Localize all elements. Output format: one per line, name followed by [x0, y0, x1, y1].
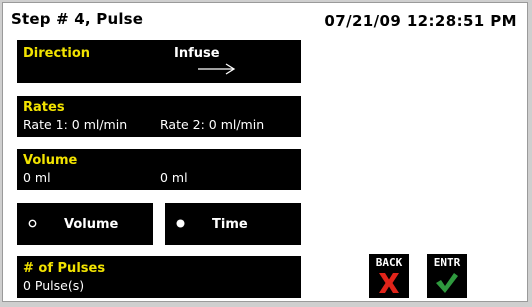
page-title: Step # 4, Pulse [11, 10, 144, 28]
datetime-display: 07/21/09 12:28:51 PM [324, 12, 517, 30]
volume-value-2: 0 ml [160, 170, 188, 185]
back-button[interactable]: BACK [369, 254, 409, 298]
rate-1-value: Rate 1: 0 ml/min [23, 117, 128, 132]
pulses-value: 0 Pulse(s) [23, 278, 85, 293]
volume-label: Volume [23, 153, 78, 168]
volume-value-1: 0 ml [23, 170, 51, 185]
green-check-icon [436, 273, 458, 293]
volume-panel[interactable]: Volume 0 ml 0 ml [17, 149, 301, 190]
direction-value: Infuse [174, 46, 220, 61]
red-x-icon [379, 273, 399, 293]
direction-label: Direction [23, 46, 91, 61]
volume-mode-label: Volume [64, 217, 119, 232]
volume-mode-option[interactable]: Volume [17, 203, 153, 245]
pump-screen: Step # 4, Pulse 07/21/09 12:28:51 PM Dir… [2, 2, 528, 302]
radio-selected-icon [176, 219, 185, 228]
rate-2-value: Rate 2: 0 ml/min [160, 117, 265, 132]
pulses-label: # of Pulses [23, 261, 106, 276]
right-arrow-icon [198, 63, 236, 75]
radio-unselected-icon [28, 219, 37, 228]
back-label: BACK [375, 256, 403, 269]
rates-panel[interactable]: Rates Rate 1: 0 ml/min Rate 2: 0 ml/min [17, 96, 301, 137]
time-mode-option[interactable]: Time [165, 203, 301, 245]
enter-button[interactable]: ENTR [427, 254, 467, 298]
rates-label: Rates [23, 100, 65, 115]
time-mode-label: Time [212, 217, 248, 232]
direction-panel[interactable]: Direction Infuse [17, 40, 301, 83]
entr-label: ENTR [433, 256, 461, 269]
pulses-panel[interactable]: # of Pulses 0 Pulse(s) [17, 256, 301, 298]
